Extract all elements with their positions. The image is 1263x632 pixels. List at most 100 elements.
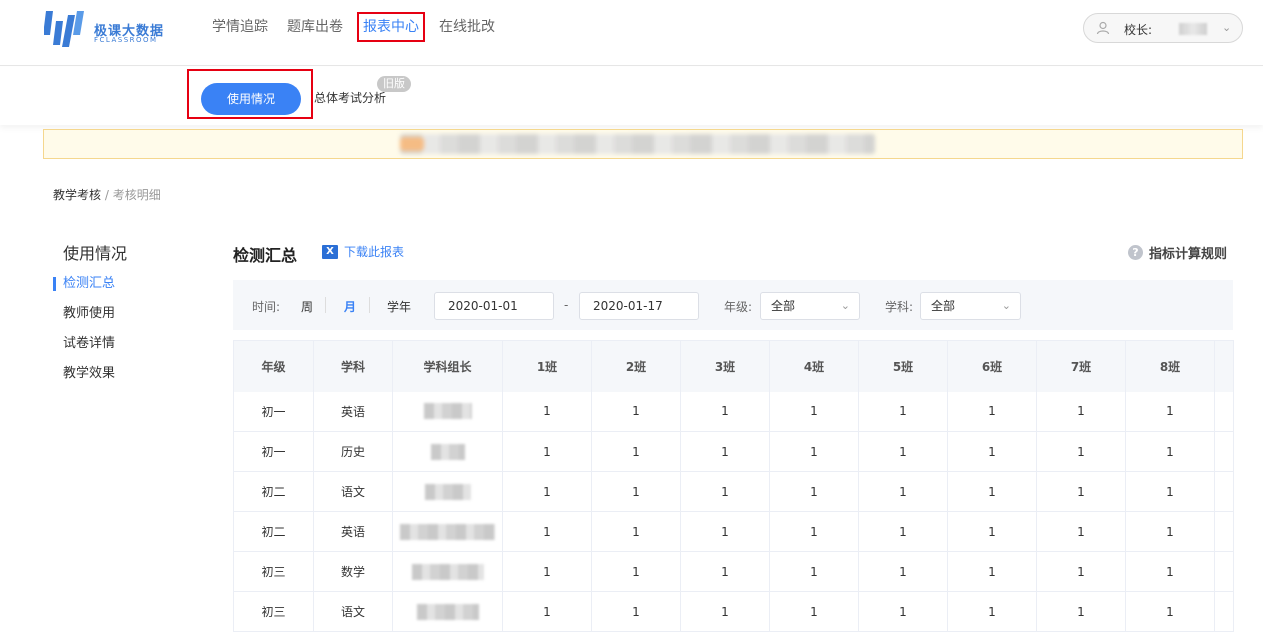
main-nav: 学情追踪 题库出卷 报表中心 在线批改 bbox=[212, 12, 514, 42]
calculation-rules-link[interactable]: ? 指标计算规则 bbox=[1128, 243, 1227, 262]
chevron-down-icon: ⌄ bbox=[840, 299, 850, 312]
page-title: 检测汇总 bbox=[233, 246, 298, 265]
school-year-toggle[interactable]: 学年 bbox=[387, 298, 411, 315]
class-value-cell: 1 bbox=[1036, 431, 1126, 472]
breadcrumb-separator: / bbox=[101, 188, 113, 202]
grade-cell: 初二 bbox=[233, 511, 314, 552]
overflow-cell bbox=[1214, 431, 1234, 472]
sub-navbar: 使用情况 总体考试分析 旧版 bbox=[0, 67, 1263, 125]
class-value-cell: 1 bbox=[680, 511, 770, 552]
nav-item-report-center[interactable]: 报表中心 bbox=[357, 12, 425, 42]
class-value-cell: 1 bbox=[591, 551, 681, 592]
table-row: 初三 数学 1 1 1 1 1 1 1 1 bbox=[233, 551, 1234, 592]
class-value-cell: 1 bbox=[1125, 591, 1215, 632]
table-row: 初二 英语 1 1 1 1 1 1 1 1 bbox=[233, 511, 1234, 552]
class-value-cell: 1 bbox=[1036, 591, 1126, 632]
table-row: 初三 语文 1 1 1 1 1 1 1 1 bbox=[233, 591, 1234, 632]
class-value-cell: 1 bbox=[947, 551, 1037, 592]
class-value-cell: 1 bbox=[947, 471, 1037, 512]
class-value-cell: 1 bbox=[769, 591, 859, 632]
class-value-cell: 1 bbox=[858, 551, 948, 592]
column-header-subject: 学科 bbox=[313, 340, 393, 392]
breadcrumb-current: 考核明细 bbox=[112, 188, 161, 202]
class-value-cell: 1 bbox=[591, 431, 681, 472]
sidebar-item-summary[interactable]: 检测汇总 bbox=[53, 274, 115, 304]
leader-name-redacted bbox=[424, 483, 471, 500]
class-value-cell: 1 bbox=[591, 511, 681, 552]
end-date-input[interactable]: 2020-01-17 bbox=[579, 292, 699, 320]
sidebar-item-teacher-usage[interactable]: 教师使用 bbox=[53, 304, 115, 334]
class-value-cell: 1 bbox=[502, 431, 592, 472]
leader-cell bbox=[392, 471, 503, 512]
sidebar-menu: 检测汇总 教师使用 试卷详情 教学效果 bbox=[53, 274, 115, 394]
date-range-dash: - bbox=[564, 298, 569, 312]
class-value-cell: 1 bbox=[502, 391, 592, 432]
subject-cell: 语文 bbox=[313, 591, 393, 632]
summary-table: 年级 学科 学科组长 1班 2班 3班 4班 5班 6班 7班 8班 初一 英语 1… bbox=[233, 340, 1234, 632]
class-value-cell: 1 bbox=[858, 431, 948, 472]
table-row: 初一 英语 1 1 1 1 1 1 1 1 bbox=[233, 391, 1234, 432]
column-header-grade: 年级 bbox=[233, 340, 314, 392]
user-menu[interactable]: 校长: ⌄ bbox=[1083, 13, 1243, 43]
column-header-leader: 学科组长 bbox=[392, 340, 503, 392]
download-label: 下载此报表 bbox=[344, 245, 405, 259]
subject-cell: 英语 bbox=[313, 391, 393, 432]
class-value-cell: 1 bbox=[858, 471, 948, 512]
class-value-cell: 1 bbox=[769, 551, 859, 592]
class-value-cell: 1 bbox=[1036, 391, 1126, 432]
class-value-cell: 1 bbox=[591, 591, 681, 632]
grade-cell: 初二 bbox=[233, 471, 314, 512]
week-toggle[interactable]: 周 bbox=[301, 298, 313, 315]
class-value-cell: 1 bbox=[680, 431, 770, 472]
overflow-cell bbox=[1214, 591, 1234, 632]
overflow-cell bbox=[1214, 551, 1234, 592]
usage-tab-button[interactable]: 使用情况 bbox=[201, 83, 301, 115]
rules-label: 指标计算规则 bbox=[1149, 247, 1228, 262]
user-role-label: 校长: bbox=[1124, 23, 1153, 37]
chevron-down-icon: ⌄ bbox=[1222, 21, 1232, 34]
class-value-cell: 1 bbox=[947, 391, 1037, 432]
leader-name-redacted bbox=[423, 403, 472, 420]
class-value-cell: 1 bbox=[1125, 551, 1215, 592]
grade-cell: 初一 bbox=[233, 431, 314, 472]
column-header-class-2: 2班 bbox=[591, 340, 681, 392]
class-value-cell: 1 bbox=[1125, 391, 1215, 432]
divider bbox=[369, 297, 370, 313]
subject-cell: 语文 bbox=[313, 471, 393, 512]
subject-select[interactable]: 全部 ⌄ bbox=[920, 292, 1021, 320]
start-date-input[interactable]: 2020-01-01 bbox=[434, 292, 554, 320]
class-value-cell: 1 bbox=[947, 431, 1037, 472]
table-header-row: 年级 学科 学科组长 1班 2班 3班 4班 5班 6班 7班 8班 bbox=[233, 340, 1234, 392]
class-value-cell: 1 bbox=[1036, 471, 1126, 512]
highlight-box: 使用情况 bbox=[187, 69, 313, 119]
class-value-cell: 1 bbox=[947, 511, 1037, 552]
nav-item-question-bank[interactable]: 题库出卷 bbox=[287, 17, 343, 37]
user-name-redacted bbox=[1179, 23, 1207, 35]
excel-icon: X bbox=[322, 244, 338, 259]
breadcrumb-parent[interactable]: 教学考核 bbox=[53, 188, 101, 202]
download-report-link[interactable]: X 下载此报表 bbox=[322, 243, 404, 260]
notice-bar bbox=[43, 129, 1243, 159]
sidebar-item-teaching-effect[interactable]: 教学效果 bbox=[53, 364, 115, 394]
class-value-cell: 1 bbox=[502, 551, 592, 592]
nav-item-online-grading[interactable]: 在线批改 bbox=[439, 17, 495, 37]
grade-select[interactable]: 全部 ⌄ bbox=[760, 292, 860, 320]
class-value-cell: 1 bbox=[858, 591, 948, 632]
nav-item-learning[interactable]: 学情追踪 bbox=[212, 17, 268, 37]
column-header-class-1: 1班 bbox=[502, 340, 592, 392]
grade-cell: 初三 bbox=[233, 551, 314, 592]
exam-analysis-tab[interactable]: 总体考试分析 bbox=[314, 89, 386, 106]
class-value-cell: 1 bbox=[947, 591, 1037, 632]
grade-select-value: 全部 bbox=[771, 299, 796, 313]
class-value-cell: 1 bbox=[769, 511, 859, 552]
brand-logo[interactable]: 极课大数据 FCLASSROOM bbox=[44, 9, 174, 49]
divider bbox=[325, 297, 326, 313]
class-value-cell: 1 bbox=[1036, 511, 1126, 552]
leader-name-redacted bbox=[411, 563, 484, 580]
sidebar-item-paper-details[interactable]: 试卷详情 bbox=[53, 334, 115, 364]
leader-cell bbox=[392, 591, 503, 632]
month-toggle[interactable]: 月 bbox=[344, 298, 356, 315]
table-body: 初一 英语 1 1 1 1 1 1 1 1 初一 历史 1 1 1 1 1 1 1 1 初二 语文 1 1 1 1 1 1 1 1 初二 英语… bbox=[233, 391, 1234, 632]
notice-text-redacted bbox=[400, 134, 875, 154]
user-icon bbox=[1096, 21, 1110, 35]
